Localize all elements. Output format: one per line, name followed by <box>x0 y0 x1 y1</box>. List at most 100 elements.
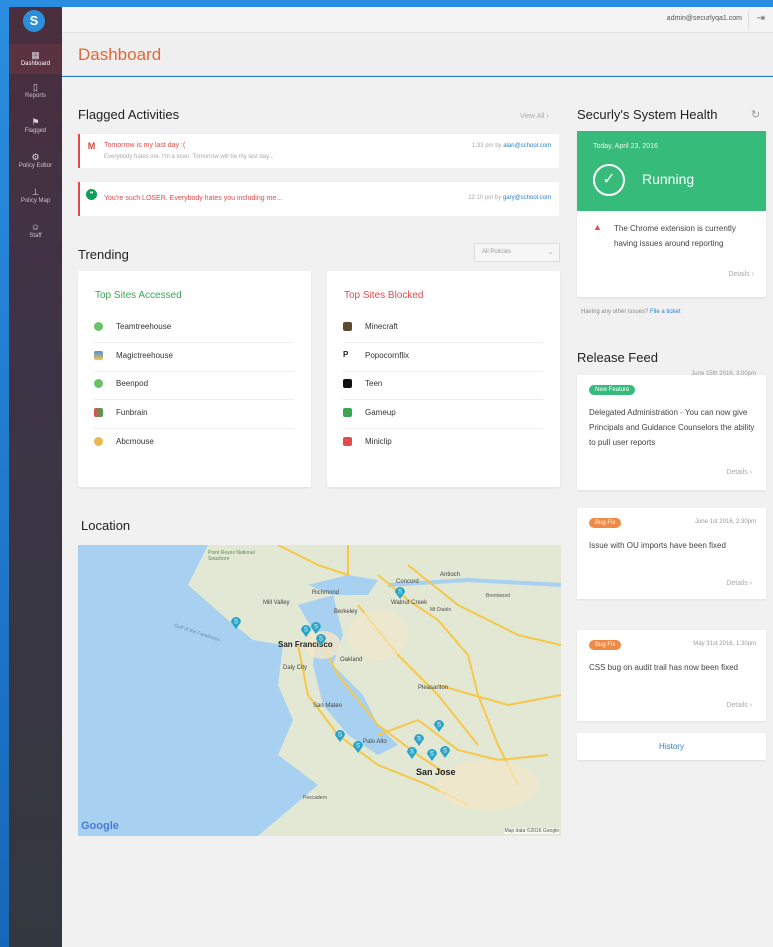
map-canvas <box>78 545 561 836</box>
location-map[interactable]: Point Reyes National Seashore Gulf of th… <box>78 545 561 836</box>
release-badge: Bug Fix <box>589 518 622 528</box>
logout-icon[interactable]: ⇥ <box>757 13 765 24</box>
svg-text:S: S <box>437 723 441 729</box>
google-logo: Google <box>81 820 119 832</box>
site-row[interactable]: Gameup <box>343 400 543 429</box>
details-link[interactable]: Details › <box>726 469 752 476</box>
site-row[interactable]: Miniclip <box>343 429 543 458</box>
map-label: Pescadero <box>303 795 327 801</box>
site-name: Gameup <box>365 408 396 417</box>
site-favicon-icon <box>94 351 103 360</box>
site-row[interactable]: Teamtreehouse <box>94 314 294 343</box>
map-label: Richmond <box>312 590 340 596</box>
release-text: CSS bug on audit trail has now been fixe… <box>589 663 738 672</box>
user-email-menu[interactable]: admin@securlyqa1.com <box>667 15 742 22</box>
sidebar-item-staff[interactable]: ☺ Staff <box>9 222 62 248</box>
release-feed-title: Release Feed <box>577 350 658 365</box>
flagged-user-link[interactable]: gary@school.com <box>503 195 551 201</box>
map-label: Antioch <box>440 572 461 578</box>
details-link[interactable]: Details › <box>726 580 752 587</box>
site-name: Funbrain <box>116 408 148 417</box>
location-pin-icon[interactable]: S <box>433 718 445 732</box>
flagged-time: 12:10 pm by <box>468 195 502 201</box>
site-row[interactable]: Teen <box>343 371 543 400</box>
sidebar-item-dashboard[interactable]: ▦ Dashboard <box>9 44 62 74</box>
site-row[interactable]: Minecraft <box>343 314 543 343</box>
hierarchy-icon: ⊥ <box>31 187 40 197</box>
details-label: Details <box>726 580 748 587</box>
refresh-icon[interactable]: ↻ <box>751 108 760 121</box>
gmail-icon: M <box>87 141 96 151</box>
top-sites-blocked-card: Top Sites Blocked Minecraft P Popocornfli… <box>327 271 560 487</box>
flagged-user-link[interactable]: alan@school.com <box>503 143 551 149</box>
site-row[interactable]: Funbrain <box>94 400 294 429</box>
view-all-link[interactable]: View All › <box>520 113 549 120</box>
window-frame-left <box>0 0 9 947</box>
release-item: Bug Fix May 31st 2016, 1:30pm CSS bug on… <box>577 630 766 721</box>
status-banner: Today, April 23, 2016 ✓ Running <box>577 131 766 211</box>
system-health-card: Today, April 23, 2016 ✓ Running ▲ The Ch… <box>577 131 766 297</box>
site-name: Abcmouse <box>116 437 154 446</box>
details-label: Details <box>726 702 748 709</box>
site-name: Miniclip <box>365 437 392 446</box>
location-pin-icon[interactable]: S <box>315 632 327 646</box>
map-label: San Jose <box>416 767 456 777</box>
sidebar-item-label: Dashboard <box>20 61 51 67</box>
sidebar-item-policy-map[interactable]: ⊥ Policy Map <box>9 187 62 213</box>
location-pin-icon[interactable]: S <box>334 728 346 742</box>
svg-text:S: S <box>443 749 447 755</box>
policy-filter-value: All Policies <box>482 249 512 255</box>
site-row[interactable]: P Popocornflix <box>343 343 543 372</box>
other-issues-text: Having any other issues? File a ticket <box>581 309 680 315</box>
site-favicon-icon <box>343 379 352 388</box>
file-ticket-link[interactable]: File a ticket <box>650 309 680 315</box>
sidebar-item-label: Flagged <box>24 128 47 134</box>
sidebar: S ▦ Dashboard ▯ Reports ⚑ Flagged ⚙ Poli… <box>9 7 62 947</box>
location-pin-icon[interactable]: S <box>426 747 438 761</box>
svg-text:S: S <box>417 737 421 743</box>
location-pin-icon[interactable]: S <box>230 615 242 629</box>
release-badge: Bug Fix <box>589 640 622 650</box>
divider <box>748 11 749 29</box>
site-row[interactable]: Magictreehouse <box>94 343 294 372</box>
main-content: Flagged Activities View All › M Tomorrow… <box>62 77 773 947</box>
flag-icon: ⚑ <box>31 117 40 127</box>
map-label: Berkeley <box>334 609 358 615</box>
location-pin-icon[interactable]: S <box>394 585 406 599</box>
flagged-item[interactable]: ❝ You're such LOSER. Everybody hates you… <box>78 182 559 216</box>
sidebar-item-policy-editor[interactable]: ⚙ Policy Editor <box>9 152 62 178</box>
release-date: June 1st 2016, 2:30pm <box>694 519 756 525</box>
sidebar-item-reports[interactable]: ▯ Reports <box>9 82 62 108</box>
svg-text:S: S <box>398 590 402 596</box>
policy-filter-select[interactable]: All Policies ⌄ <box>474 243 560 262</box>
site-favicon-icon <box>94 322 103 331</box>
site-row[interactable]: Beenpod <box>94 371 294 400</box>
location-pin-icon[interactable]: S <box>352 739 364 753</box>
map-label: Pleasanton <box>418 685 449 691</box>
hangouts-icon: ❝ <box>86 189 97 200</box>
release-date: May 31st 2016, 1:30pm <box>693 641 756 647</box>
release-text: Issue with OU imports have been fixed <box>589 541 726 550</box>
flagged-activities-title: Flagged Activities <box>78 107 180 122</box>
location-pin-icon[interactable]: S <box>439 744 451 758</box>
site-name: Magictreehouse <box>116 351 173 360</box>
details-label: Details <box>726 469 748 476</box>
svg-text:S: S <box>234 620 238 626</box>
details-link[interactable]: Details › <box>726 702 752 709</box>
sidebar-item-flagged[interactable]: ⚑ Flagged <box>9 117 62 143</box>
chevron-down-icon: ⌄ <box>547 250 553 256</box>
flagged-item[interactable]: M Tomorrow is my last day :( Everybody h… <box>78 134 559 168</box>
release-item: Bug Fix June 1st 2016, 2:30pm Issue with… <box>577 508 766 599</box>
location-pin-icon[interactable]: S <box>413 732 425 746</box>
release-badge: New Feature <box>589 385 636 395</box>
site-row[interactable]: Abcmouse <box>94 429 294 458</box>
window-frame-top <box>0 0 773 7</box>
people-icon: ☺ <box>30 222 41 232</box>
details-link[interactable]: Details › <box>728 271 754 278</box>
history-button[interactable]: History <box>577 733 766 760</box>
svg-text:S: S <box>338 733 342 739</box>
securly-logo[interactable]: S <box>23 10 45 32</box>
warning-icon: ▲ <box>593 222 602 232</box>
svg-text:S: S <box>314 625 318 631</box>
location-pin-icon[interactable]: S <box>406 745 418 759</box>
